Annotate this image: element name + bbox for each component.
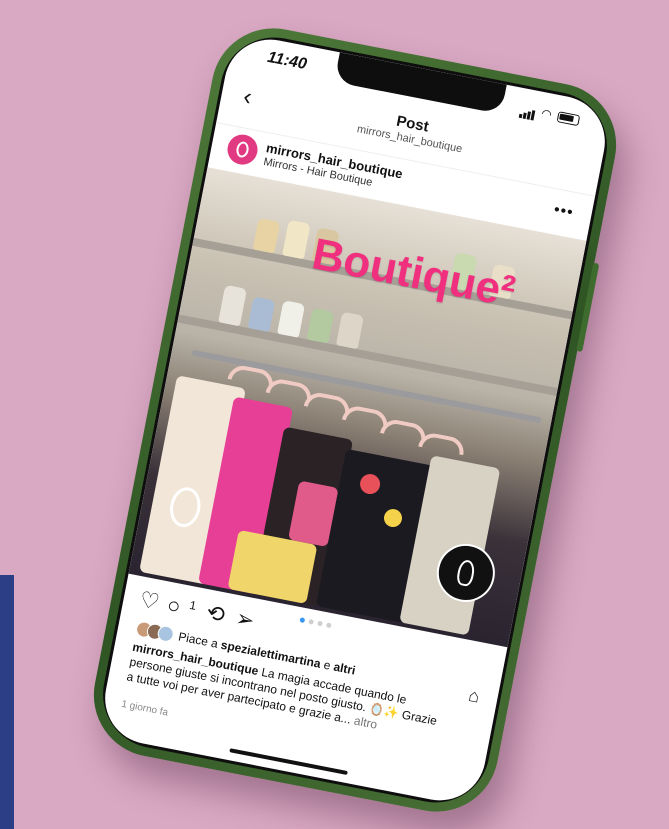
bottle xyxy=(252,217,281,254)
image-title: Boutique² xyxy=(308,229,520,317)
bottle xyxy=(282,219,311,260)
send-icon[interactable]: ➢ xyxy=(234,605,257,634)
avatar[interactable] xyxy=(224,131,261,168)
bookmark-icon[interactable]: ⌂ xyxy=(467,685,481,708)
carousel-dot xyxy=(325,622,332,629)
bottle xyxy=(306,307,335,344)
status-time: 11:40 xyxy=(266,48,309,74)
caption-more-link[interactable]: altro xyxy=(353,713,379,731)
comment-count: 1 xyxy=(188,597,198,614)
repost-icon[interactable]: ⟲ xyxy=(204,599,227,628)
liker-avatar xyxy=(156,624,176,644)
post-image[interactable]: Boutique² xyxy=(128,167,587,648)
heart-icon[interactable]: ♡ xyxy=(137,586,162,615)
home-indicator[interactable] xyxy=(229,748,348,776)
bottle xyxy=(335,311,365,350)
bottle xyxy=(277,300,306,338)
left-decorative-strip xyxy=(0,575,14,829)
wifi-icon: ◠ xyxy=(540,106,554,122)
carousel-dot xyxy=(317,620,323,627)
carousel-dot xyxy=(308,618,315,625)
hanger xyxy=(418,430,467,456)
likes-conj: e xyxy=(322,657,332,673)
post-date: 1 giorno fa xyxy=(120,698,169,719)
likes-others[interactable]: altri xyxy=(332,660,356,678)
battery-icon xyxy=(556,110,581,126)
carousel-dot xyxy=(299,617,306,624)
carousel-dots xyxy=(299,617,332,629)
bottle xyxy=(218,284,248,327)
bottle xyxy=(247,296,276,333)
phone-screen: 11:40 ◠ ‹ Post mirrors_hair_boutique mir… xyxy=(97,31,613,809)
phone-frame: 11:40 ◠ ‹ Post mirrors_hair_boutique mir… xyxy=(83,17,627,823)
more-dots-icon[interactable]: ••• xyxy=(552,201,575,222)
comment-icon[interactable]: ○ xyxy=(165,592,183,620)
signal-icon xyxy=(518,100,537,121)
status-icons: ◠ xyxy=(518,100,581,129)
